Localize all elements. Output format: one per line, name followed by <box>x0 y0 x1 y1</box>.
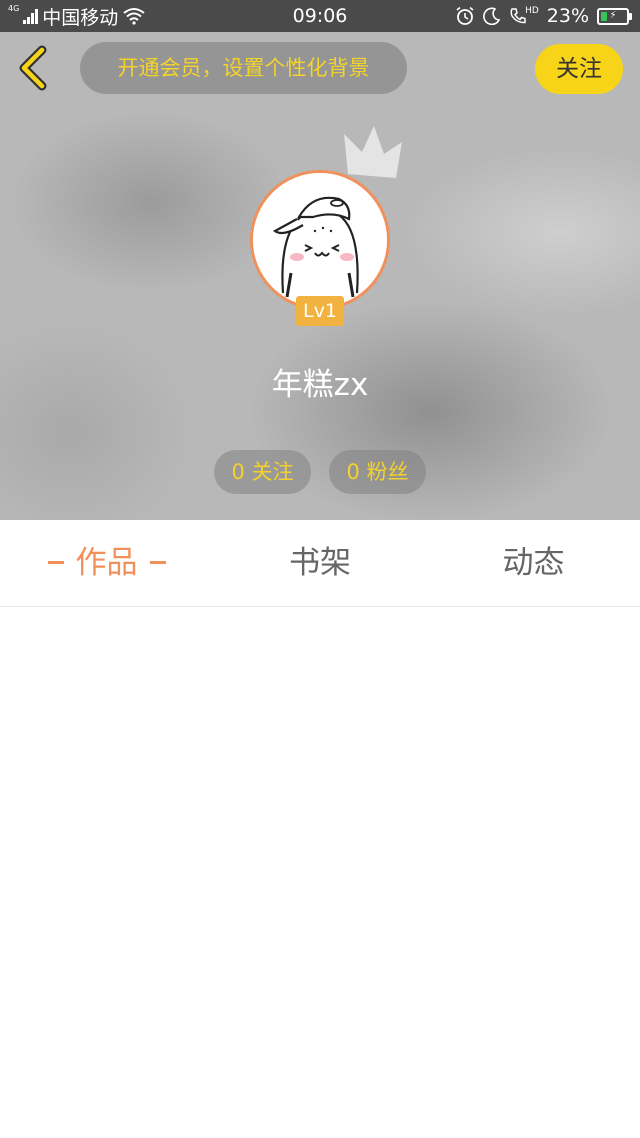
profile-header: 开通会员，设置个性化背景 关注 Lv1 年糕zx 0 关注 0 粉丝 <box>0 32 640 520</box>
follow-button[interactable]: 关注 <box>535 44 623 94</box>
status-bar-left: 4G 中国移动 <box>8 0 146 32</box>
active-tab-indicator-right <box>149 561 166 564</box>
moon-icon <box>483 7 501 25</box>
hd-label: HD <box>525 6 539 16</box>
signal-icon <box>23 8 39 24</box>
alarm-icon <box>456 6 474 25</box>
chevron-left-icon <box>19 45 47 91</box>
following-count-button[interactable]: 0 关注 <box>214 450 311 494</box>
username: 年糕zx <box>271 367 369 403</box>
tab-activity-label: 动态 <box>502 545 565 581</box>
wifi-icon <box>123 8 145 25</box>
avatar-image <box>253 173 387 307</box>
network-type-label: 4G <box>8 4 20 13</box>
fans-count-button[interactable]: 0 粉丝 <box>329 450 426 494</box>
tab-works[interactable]: 作品 <box>0 520 213 606</box>
tab-works-label: 作品 <box>75 545 138 581</box>
battery-percent: 23% <box>546 5 589 27</box>
vip-background-banner[interactable]: 开通会员，设置个性化背景 <box>80 42 407 94</box>
status-bar: 4G 中国移动 09:06 HD 23% ⚡ <box>0 0 640 32</box>
tab-content-area <box>0 608 640 1138</box>
active-tab-indicator-left <box>47 561 64 564</box>
tab-bookshelf[interactable]: 书架 <box>213 520 427 606</box>
profile-tabs: 作品 书架 动态 <box>0 520 640 607</box>
avatar[interactable] <box>250 170 390 310</box>
tab-activity[interactable]: 动态 <box>427 520 640 606</box>
back-button[interactable] <box>14 44 54 92</box>
hd-call-icon: HD <box>509 7 539 25</box>
crown-icon <box>344 126 402 178</box>
carrier-label: 中国移动 <box>42 6 119 29</box>
battery-icon: ⚡ <box>597 7 632 25</box>
level-badge: Lv1 <box>296 296 344 326</box>
tab-bookshelf-label: 书架 <box>289 545 351 581</box>
status-bar-right: HD 23% ⚡ <box>455 0 632 32</box>
